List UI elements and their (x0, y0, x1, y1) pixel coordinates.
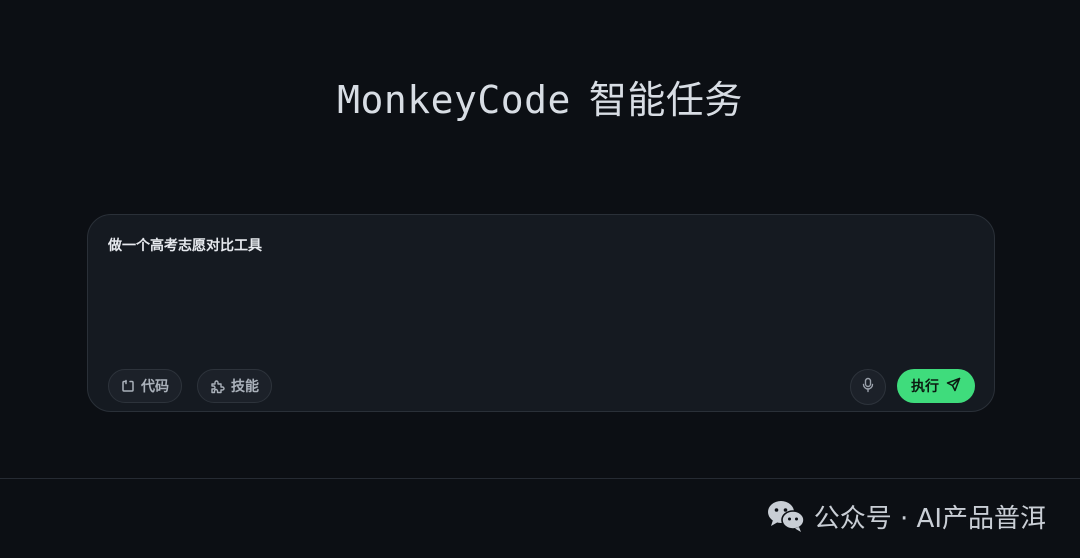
code-icon (121, 379, 135, 393)
voice-input-button[interactable] (850, 369, 886, 405)
send-icon (946, 377, 961, 396)
skill-chip-button[interactable]: 技能 (197, 369, 272, 403)
run-button[interactable]: 执行 (897, 369, 975, 403)
code-chip-button[interactable]: 代码 (108, 369, 182, 403)
watermark-text: 公众号 · AI产品普洱 (813, 503, 1046, 534)
watermark: 公众号 · AI产品普洱 (766, 496, 1046, 536)
page: MonkeyCode 智能任务 做一个高考志愿对比工具 代码 技能 执行 公众号… (0, 0, 1080, 558)
run-button-label: 执行 (911, 379, 939, 395)
code-chip-label: 代码 (141, 379, 169, 395)
page-title-suffix: 智能任务 (588, 78, 743, 122)
mic-icon (861, 377, 875, 397)
puzzle-icon (210, 379, 225, 394)
prompt-input[interactable]: 做一个高考志愿对比工具 (108, 235, 968, 355)
page-title: MonkeyCode 智能任务 (0, 72, 1080, 128)
footer-divider (0, 478, 1080, 479)
task-composer: 做一个高考志愿对比工具 代码 技能 执行 (87, 214, 995, 412)
wechat-icon (766, 499, 806, 533)
page-title-brand: MonkeyCode (337, 78, 571, 122)
skill-chip-label: 技能 (231, 379, 259, 395)
